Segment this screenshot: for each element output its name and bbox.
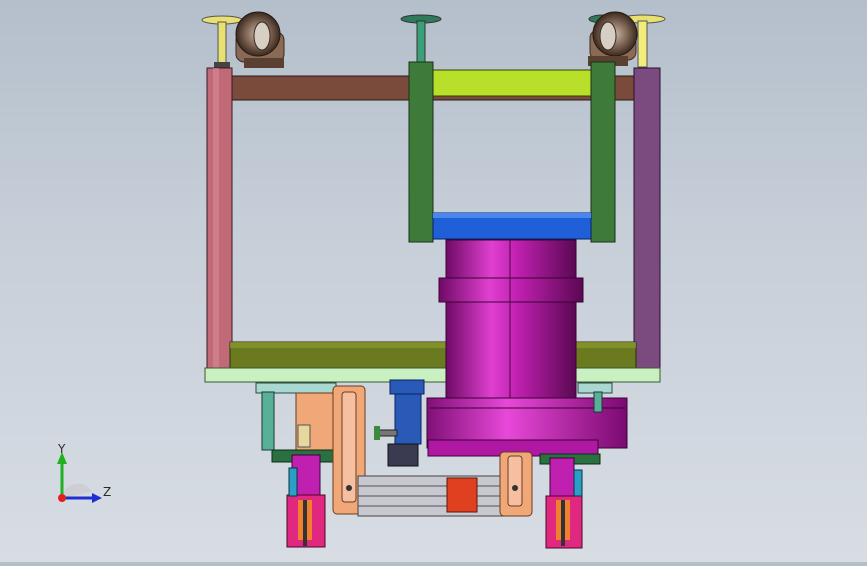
- frame-left-post: [206, 67, 233, 375]
- assembly-model[interactable]: [0, 0, 867, 562]
- servo-motor: [374, 379, 425, 467]
- actuator-left: [286, 454, 326, 548]
- cylinder-ring: [438, 277, 584, 303]
- cad-viewport[interactable]: Y Z: [0, 0, 867, 562]
- bracket-right-arm: [590, 61, 616, 243]
- frame-right-post: [633, 67, 661, 375]
- slider-right: [499, 451, 533, 517]
- coordinate-triad: Y Z: [48, 440, 118, 510]
- caster-wheel-left: [235, 11, 285, 68]
- cylinder-body: [445, 239, 577, 401]
- top-mount-center: [400, 14, 442, 66]
- base-plate: [204, 367, 661, 383]
- bracket-left-arm: [408, 61, 434, 243]
- bracket-top-bar: [429, 69, 593, 97]
- linear-rail: [357, 475, 519, 517]
- y-axis-label: Y: [58, 442, 66, 456]
- lower-left-assembly: [255, 382, 339, 463]
- actuator-right: [545, 457, 583, 549]
- z-axis-label: Z: [103, 485, 112, 499]
